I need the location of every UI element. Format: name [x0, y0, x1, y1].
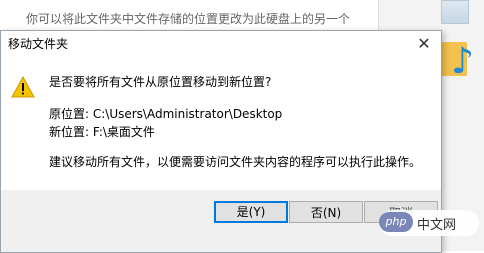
yes-button[interactable]: 是(Y)	[214, 201, 288, 223]
warning-icon	[11, 76, 35, 98]
watermark-text: 中文网	[417, 218, 457, 233]
dialog-titlebar[interactable]: 移动文件夹 ✕	[1, 31, 441, 57]
dialog-advice: 建议移动所有文件，以便需要访问文件夹内容的程序可以执行此操作。	[49, 155, 422, 169]
background-description: 你可以将此文件夹中文件存储的位置更改为此硬盘上的另一个	[26, 12, 351, 26]
new-location: 新位置: F:\桌面文件	[49, 125, 155, 139]
dialog-question: 是否要将所有文件从原位置移动到新位置?	[49, 75, 272, 89]
php-cn-watermark: php 中文网	[379, 210, 479, 236]
close-icon[interactable]: ✕	[413, 34, 435, 54]
php-logo: php	[379, 212, 413, 232]
dialog-title: 移动文件夹	[8, 37, 69, 51]
original-location: 原位置: C:\Users\Administrator\Desktop	[49, 107, 283, 121]
move-folder-dialog: 移动文件夹 ✕ 是否要将所有文件从原位置移动到新位置? 原位置: C:\User…	[0, 30, 442, 253]
music-note-icon[interactable]: ♪	[451, 44, 474, 80]
image-file-icon[interactable]	[441, 0, 469, 24]
no-button[interactable]: 否(N)	[289, 201, 363, 223]
